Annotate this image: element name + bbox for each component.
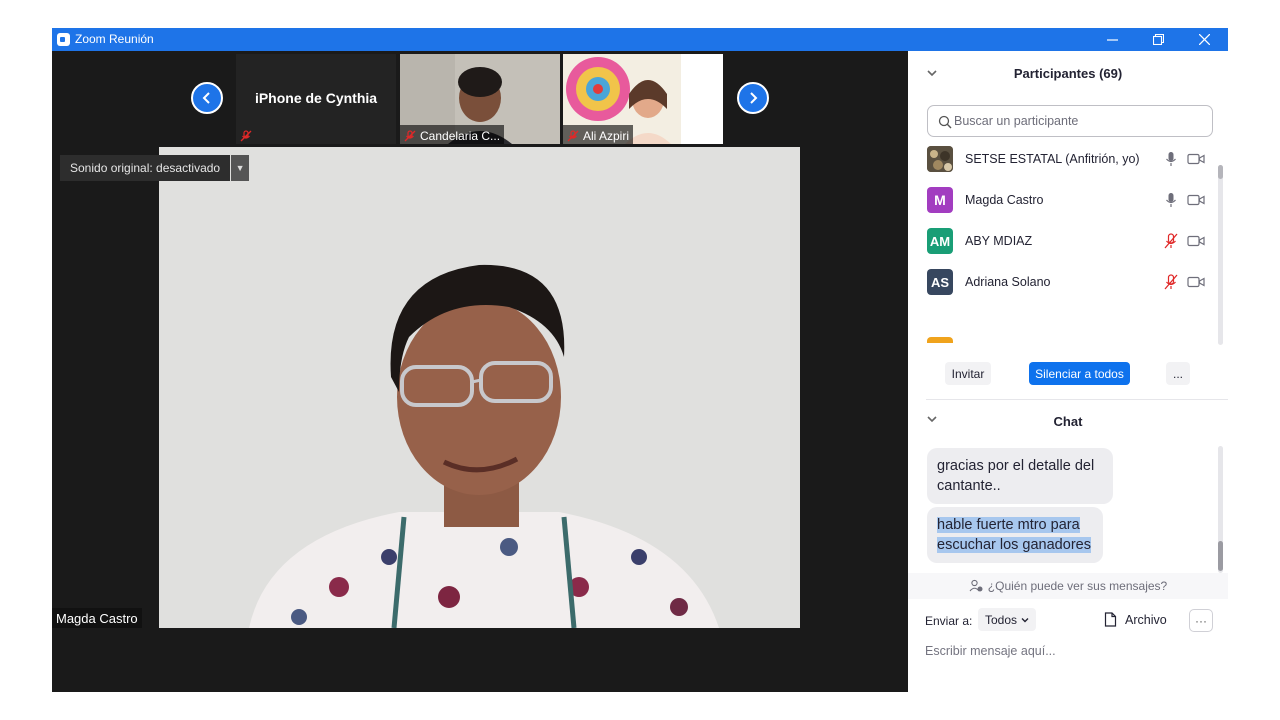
- window-title: Zoom Reunión: [75, 32, 154, 46]
- participant-row[interactable]: SETSE ESTATAL (Anfitrión, yo): [908, 139, 1214, 179]
- search-icon: [938, 115, 952, 129]
- mic-icon[interactable]: [1164, 151, 1178, 167]
- tile-name: iPhone de Cynthia: [254, 90, 378, 106]
- camera-icon[interactable]: [1187, 152, 1205, 166]
- close-button[interactable]: [1181, 28, 1227, 51]
- avatar: AM: [927, 228, 953, 254]
- file-label: Archivo: [1125, 612, 1167, 627]
- participants-header: Participantes (69): [908, 53, 1228, 93]
- participant-name: SETSE ESTATAL (Anfitrión, yo): [965, 152, 1140, 166]
- mic-muted-icon: [404, 129, 416, 141]
- speaker-video-feed: [159, 147, 800, 628]
- participants-scrollbar-track[interactable]: [1218, 165, 1223, 345]
- restore-button[interactable]: [1135, 28, 1181, 51]
- participant-row[interactable]: AM ABY MDIAZ: [908, 221, 1214, 261]
- chat-scrollbar-thumb[interactable]: [1218, 541, 1223, 571]
- mic-muted-icon: [240, 129, 252, 141]
- participants-title: Participantes (69): [1013, 66, 1123, 81]
- mic-muted-icon[interactable]: [1164, 274, 1178, 290]
- camera-icon[interactable]: [1187, 275, 1205, 289]
- minimize-button[interactable]: [1089, 28, 1135, 51]
- send-to-value: Todos: [985, 612, 1018, 627]
- file-button[interactable]: Archivo: [1104, 608, 1167, 631]
- gallery-prev-button[interactable]: [191, 82, 223, 114]
- gallery-next-button[interactable]: [737, 82, 769, 114]
- side-panel: Participantes (69) SETSE ESTATAL (Anfitr…: [908, 51, 1228, 692]
- title-bar: Zoom Reunión: [52, 28, 1228, 51]
- participants-scrollbar-thumb[interactable]: [1218, 165, 1223, 179]
- participant-row[interactable]: M Magda Castro: [908, 180, 1214, 220]
- original-sound-toggle[interactable]: Sonido original: desactivado ▼: [60, 155, 250, 181]
- mic-muted-icon: [567, 129, 579, 141]
- send-to-dropdown[interactable]: Todos: [978, 608, 1037, 631]
- who-sees-label: ¿Quién puede ver sus mensajes?: [987, 579, 1168, 593]
- participant-row[interactable]: AS Adriana Solano: [908, 262, 1214, 302]
- avatar: AS: [927, 269, 953, 295]
- avatar: [927, 146, 953, 172]
- gallery-tile-ali[interactable]: Ali Azpiri: [563, 54, 723, 144]
- file-icon: [1104, 612, 1117, 627]
- participant-search[interactable]: [927, 105, 1213, 137]
- mic-icon[interactable]: [1164, 192, 1178, 208]
- video-area: iPhone de Cynthia Candelaria C... Ali Az…: [52, 51, 908, 692]
- tile-name: Ali Azpiri: [583, 128, 630, 143]
- mic-muted-icon[interactable]: [1164, 233, 1178, 249]
- participant-name: Magda Castro: [965, 193, 1044, 207]
- participant-name: Adriana Solano: [965, 275, 1051, 289]
- camera-icon[interactable]: [1187, 193, 1205, 207]
- avatar: M: [927, 187, 953, 213]
- zoom-app-icon: [57, 33, 70, 46]
- user-info-icon: [969, 579, 983, 592]
- gallery-tile-cynthia[interactable]: iPhone de Cynthia: [236, 54, 396, 144]
- who-can-see-messages-link[interactable]: ¿Quién puede ver sus mensajes?: [908, 573, 1228, 599]
- chat-message[interactable]: hable fuerte mtro para escuchar los gana…: [927, 507, 1103, 563]
- gallery-tile-candelaria[interactable]: Candelaria C...: [400, 54, 560, 144]
- tile-label-candelaria: Candelaria C...: [400, 125, 505, 144]
- speaker-name-label: Magda Castro: [52, 608, 142, 628]
- chat-message-input[interactable]: [925, 640, 1215, 662]
- tile-name: Candelaria C...: [420, 128, 501, 143]
- send-to-label: Enviar a:: [925, 614, 973, 628]
- chat-message-text: hable fuerte mtro para escuchar los gana…: [937, 517, 1091, 553]
- zoom-window: Zoom Reunión iPhone de Cynthia Candelari…: [52, 28, 1228, 692]
- chat-header: Chat: [908, 373, 1228, 429]
- participant-name: ABY MDIAZ: [965, 234, 1033, 248]
- tile-mute-label: [236, 125, 256, 144]
- chat-message[interactable]: gracias por el detalle del cantante..: [927, 448, 1113, 504]
- camera-icon[interactable]: [1187, 234, 1205, 248]
- chevron-left-icon: [202, 92, 210, 104]
- chat-title: Chat: [1053, 414, 1083, 429]
- search-input[interactable]: [954, 111, 1204, 131]
- original-sound-label: Sonido original: desactivado: [60, 155, 231, 181]
- active-speaker-video[interactable]: [159, 147, 800, 628]
- chat-more-button[interactable]: ···: [1189, 609, 1213, 632]
- chevron-down-icon: [1021, 617, 1029, 622]
- chevron-down-icon[interactable]: ▼: [231, 155, 250, 181]
- tile-label-ali: Ali Azpiri: [563, 125, 634, 144]
- chevron-right-icon: [750, 92, 758, 104]
